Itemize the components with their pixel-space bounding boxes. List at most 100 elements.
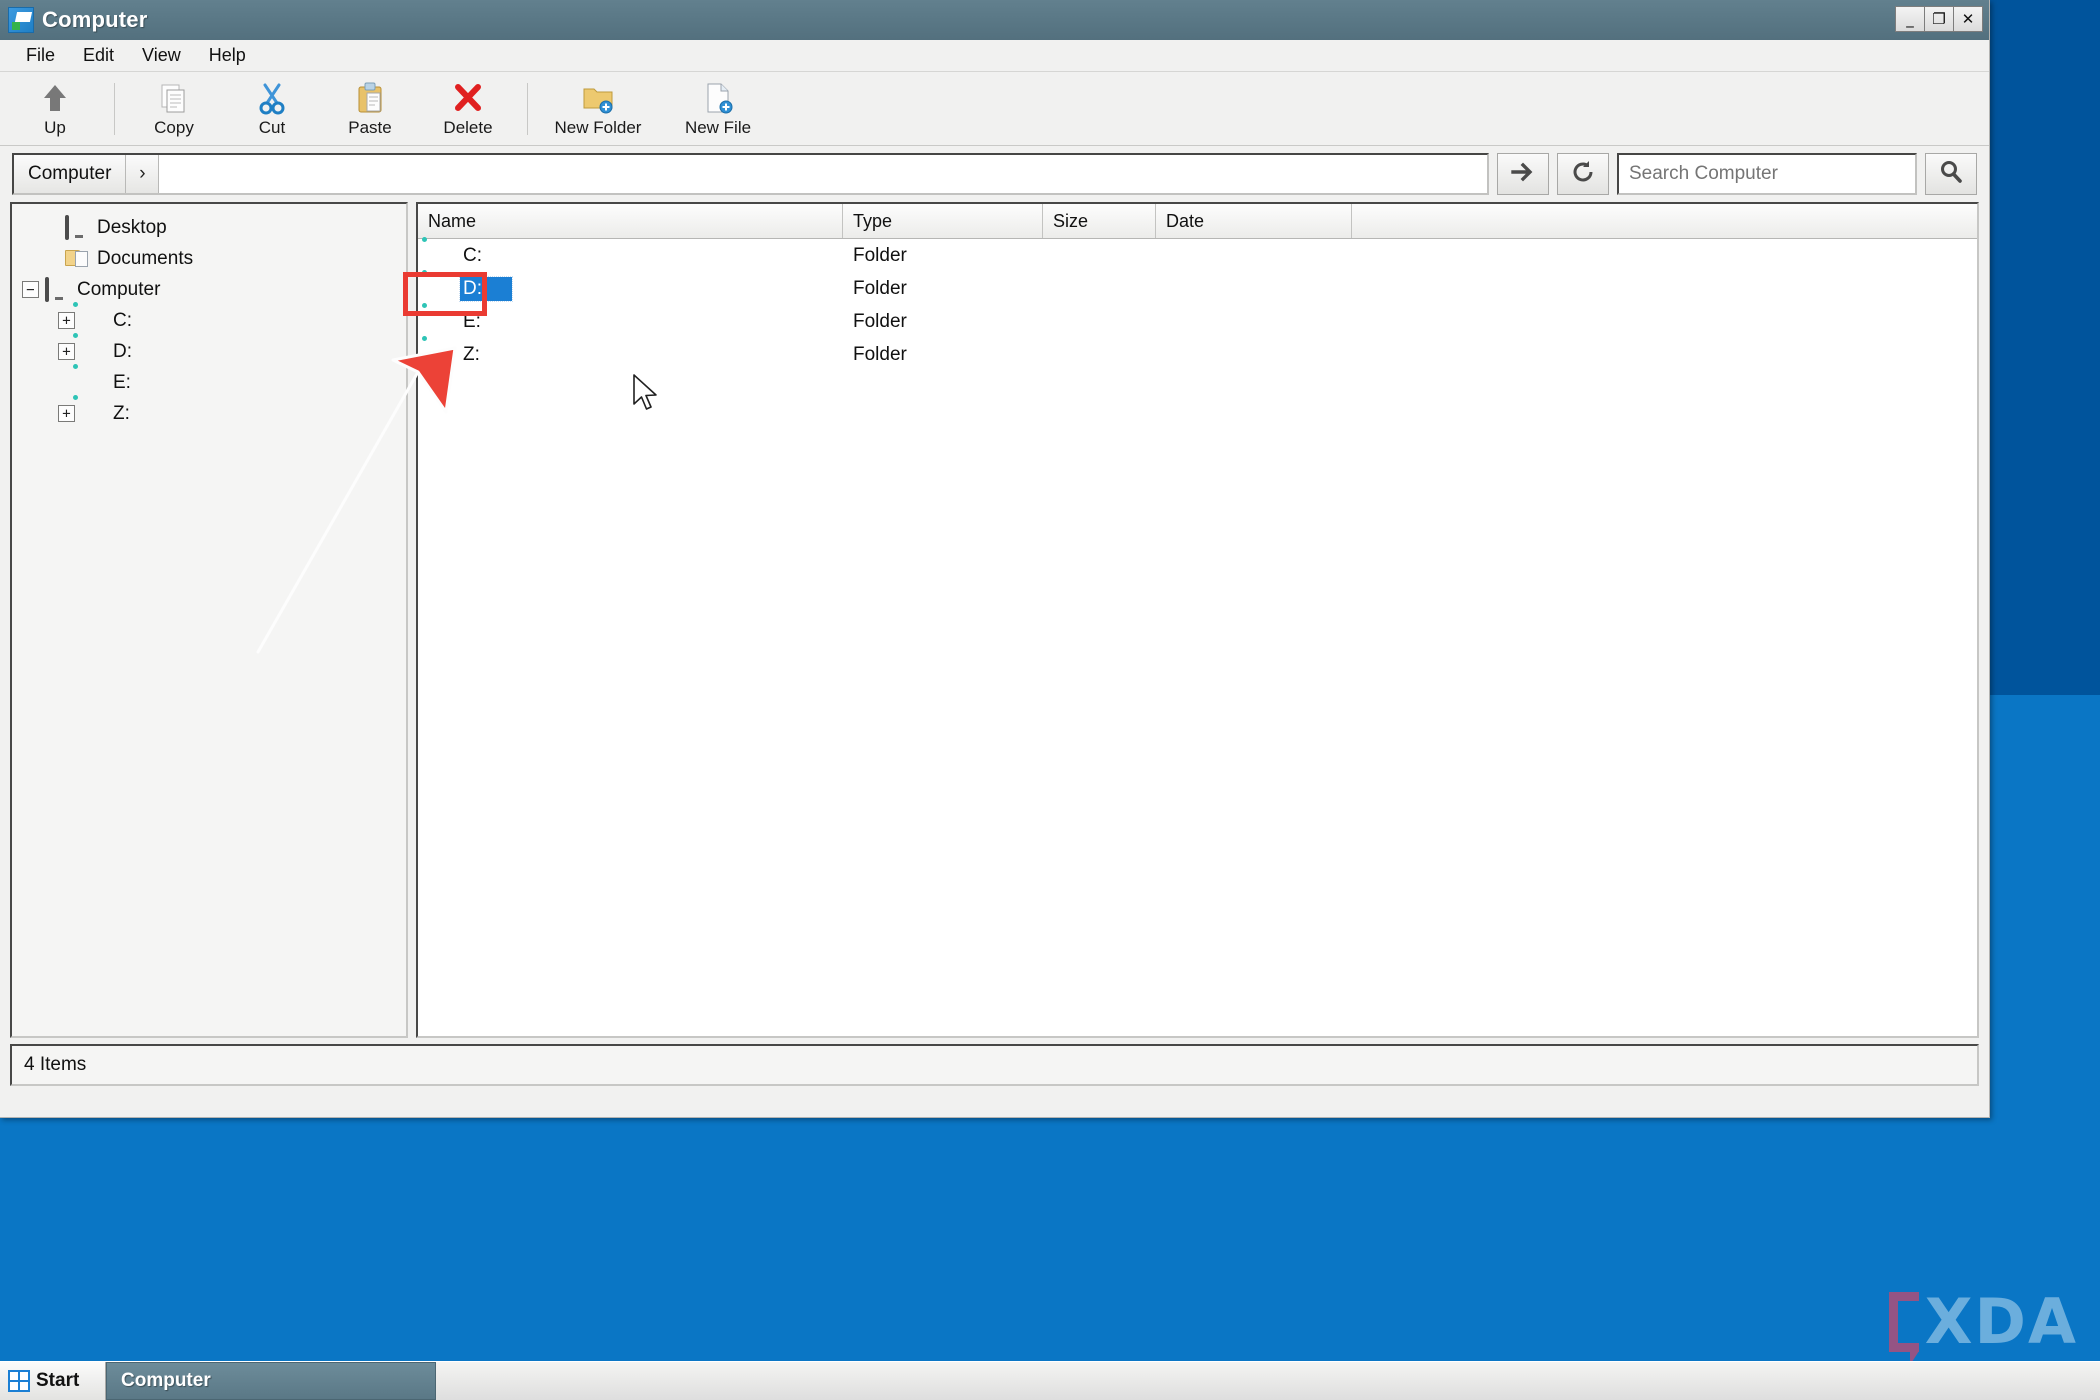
- delete-button-label: Delete: [443, 118, 493, 137]
- column-header-size[interactable]: Size: [1043, 204, 1156, 238]
- window-title: Computer: [42, 7, 148, 32]
- sidebar-item-label: D:: [113, 340, 132, 362]
- monitor-icon: [65, 214, 91, 240]
- drive-icon: [430, 245, 456, 267]
- column-header-type[interactable]: Type: [843, 204, 1043, 238]
- sidebar-item-label: Documents: [97, 247, 194, 269]
- file-type: Folder: [853, 277, 907, 299]
- tree-collapse-toggle[interactable]: −: [22, 281, 39, 298]
- minimize-button[interactable]: _: [1895, 6, 1925, 32]
- path-input[interactable]: [159, 155, 1487, 193]
- breadcrumb-item-computer[interactable]: Computer: [14, 155, 127, 193]
- clipboard-paste-icon: [353, 80, 387, 116]
- refresh-icon: [1570, 159, 1596, 190]
- item-count-label: 4 Items: [24, 1054, 87, 1075]
- search-input[interactable]: [1617, 153, 1917, 195]
- sidebar-item-label: Computer: [77, 278, 161, 300]
- sidebar-item-computer[interactable]: − Computer: [16, 274, 402, 305]
- search-button[interactable]: [1925, 153, 1977, 195]
- maximize-button[interactable]: ❐: [1924, 6, 1954, 32]
- tree-expand-toggle[interactable]: +: [58, 405, 75, 422]
- copy-document-icon: [157, 80, 191, 116]
- computer-window-icon: [8, 7, 34, 33]
- new-file-icon: [701, 80, 735, 116]
- sidebar-item-drive-c[interactable]: + C:: [16, 305, 402, 336]
- table-row[interactable]: C: Folder: [418, 239, 1977, 272]
- menubar: File Edit View Help: [0, 40, 1989, 72]
- file-list-pane[interactable]: Name Type Size Date C: Folder D: Folder …: [416, 202, 1979, 1038]
- toolbar-separator-2: [527, 83, 528, 135]
- drive-icon: [430, 311, 456, 333]
- drive-icon: [81, 372, 107, 394]
- new-folder-button[interactable]: New Folder: [538, 75, 658, 145]
- file-list-body: C: Folder D: Folder E: Folder Z: Folder: [418, 239, 1977, 1036]
- xda-watermark: XDA: [1888, 1285, 2078, 1365]
- sidebar-item-drive-d[interactable]: + D:: [16, 336, 402, 367]
- tree-expand-toggle[interactable]: +: [58, 312, 75, 329]
- file-name: E:: [463, 310, 481, 332]
- file-name-cell[interactable]: C:: [418, 244, 843, 268]
- column-header-date[interactable]: Date: [1156, 204, 1352, 238]
- refresh-button[interactable]: [1557, 153, 1609, 195]
- copy-button[interactable]: Copy: [125, 75, 223, 145]
- up-button[interactable]: Up: [6, 75, 104, 145]
- drive-icon: [430, 344, 456, 366]
- file-name-cell[interactable]: Z:: [418, 343, 843, 367]
- table-row[interactable]: Z: Folder: [418, 338, 1977, 371]
- menu-view[interactable]: View: [128, 42, 195, 69]
- up-arrow-icon: [38, 80, 72, 116]
- sidebar-item-desktop[interactable]: Desktop: [16, 212, 402, 243]
- xda-bracket-icon: [1888, 1291, 1919, 1365]
- sidebar-item-drive-e[interactable]: E:: [16, 367, 402, 398]
- table-row[interactable]: E: Folder: [418, 305, 1977, 338]
- cut-button-label: Cut: [258, 118, 286, 137]
- menu-file[interactable]: File: [12, 42, 69, 69]
- start-button-label: Start: [36, 1370, 80, 1391]
- paste-button[interactable]: Paste: [321, 75, 419, 145]
- menu-edit[interactable]: Edit: [69, 42, 128, 69]
- window-controls: _ ❐ ✕: [1895, 6, 1983, 32]
- go-button[interactable]: [1497, 153, 1549, 195]
- breadcrumb[interactable]: Computer ›: [12, 153, 1489, 195]
- sidebar-item-documents[interactable]: Documents: [16, 243, 402, 274]
- file-name: C:: [463, 244, 482, 266]
- delete-button[interactable]: Delete: [419, 75, 517, 145]
- file-list-header: Name Type Size Date: [418, 204, 1977, 239]
- folder-tree-pane[interactable]: Desktop Documents − Computer + C: + D: E…: [10, 202, 408, 1038]
- sidebar-item-label: C:: [113, 309, 132, 331]
- drive-icon: [81, 310, 107, 332]
- window-titlebar[interactable]: Computer _ ❐ ✕: [0, 0, 1989, 40]
- sidebar-item-drive-z[interactable]: + Z:: [16, 398, 402, 429]
- drive-icon: [81, 403, 107, 425]
- new-file-button-label: New File: [684, 118, 752, 137]
- window-content: Desktop Documents − Computer + C: + D: E…: [0, 202, 1989, 1038]
- drive-icon: [81, 341, 107, 363]
- scissors-icon: [255, 80, 289, 116]
- address-bar: Computer ›: [0, 146, 1989, 202]
- copy-button-label: Copy: [154, 118, 194, 137]
- sidebar-item-label: Desktop: [97, 216, 167, 238]
- table-row[interactable]: D: Folder: [418, 272, 1977, 305]
- file-name-cell[interactable]: D:: [418, 275, 843, 302]
- xda-watermark-text: XDA: [1924, 1285, 2078, 1358]
- chevron-right-icon[interactable]: ›: [126, 155, 160, 193]
- file-name-cell[interactable]: E:: [418, 310, 843, 334]
- file-name: D:: [459, 275, 513, 302]
- tree-expand-toggle[interactable]: +: [58, 343, 75, 360]
- column-header-filler: [1352, 204, 1977, 238]
- new-file-button[interactable]: New File: [658, 75, 778, 145]
- menu-help[interactable]: Help: [195, 42, 260, 69]
- close-button[interactable]: ✕: [1953, 6, 1983, 32]
- file-type: Folder: [853, 244, 907, 266]
- taskbar-item-computer[interactable]: Computer: [106, 1362, 436, 1400]
- sidebar-item-label: E:: [113, 371, 131, 393]
- windows-start-icon: [8, 1370, 30, 1392]
- sidebar-item-label: Z:: [113, 402, 130, 424]
- paste-button-label: Paste: [348, 118, 392, 137]
- start-button[interactable]: Start: [0, 1362, 106, 1400]
- cut-button[interactable]: Cut: [223, 75, 321, 145]
- taskbar: Start Computer: [0, 1361, 2100, 1400]
- toolbar: Up Copy Cut Paste Delete New Folder New …: [0, 72, 1989, 146]
- magnifier-search-icon: [1938, 159, 1964, 190]
- column-header-name[interactable]: Name: [418, 204, 843, 238]
